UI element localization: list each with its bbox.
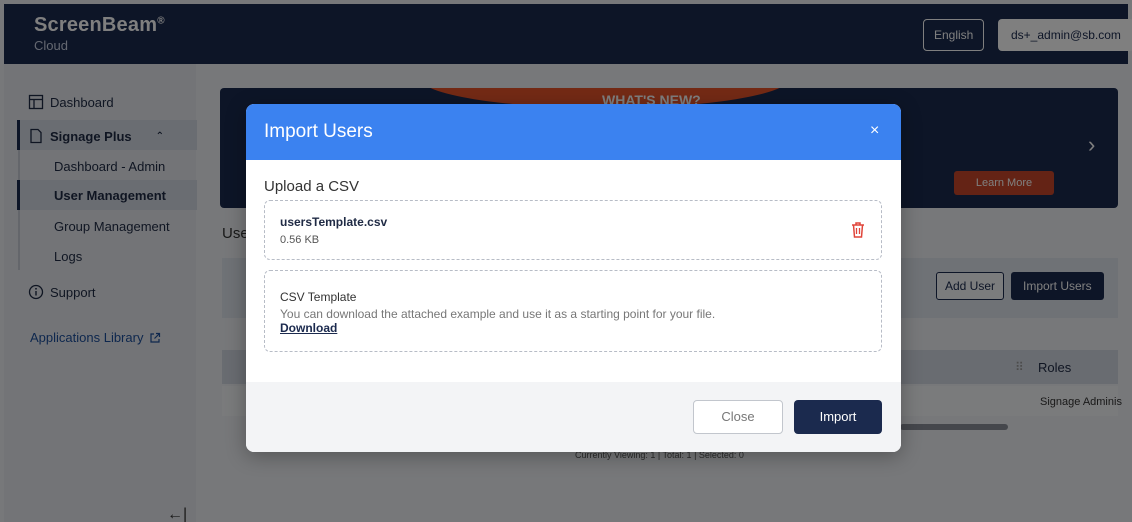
- template-description: You can download the attached example an…: [280, 307, 716, 321]
- template-title: CSV Template: [280, 290, 357, 304]
- modal-title: Import Users: [264, 121, 373, 142]
- uploaded-file-card: usersTemplate.csv 0.56 KB: [264, 200, 882, 260]
- modal-footer: Close Import: [246, 382, 901, 452]
- modal-header: Import Users ×: [246, 104, 901, 160]
- import-button[interactable]: Import: [794, 400, 882, 434]
- close-icon[interactable]: ×: [870, 122, 879, 140]
- import-users-modal: Import Users × Upload a CSV usersTemplat…: [246, 104, 901, 452]
- trash-icon[interactable]: [850, 221, 866, 239]
- file-name: usersTemplate.csv: [280, 215, 388, 229]
- download-link[interactable]: Download: [280, 321, 337, 335]
- close-button[interactable]: Close: [693, 400, 783, 434]
- file-size: 0.56 KB: [280, 234, 320, 246]
- csv-template-card: CSV Template You can download the attach…: [264, 270, 882, 352]
- upload-title: Upload a CSV: [264, 178, 360, 195]
